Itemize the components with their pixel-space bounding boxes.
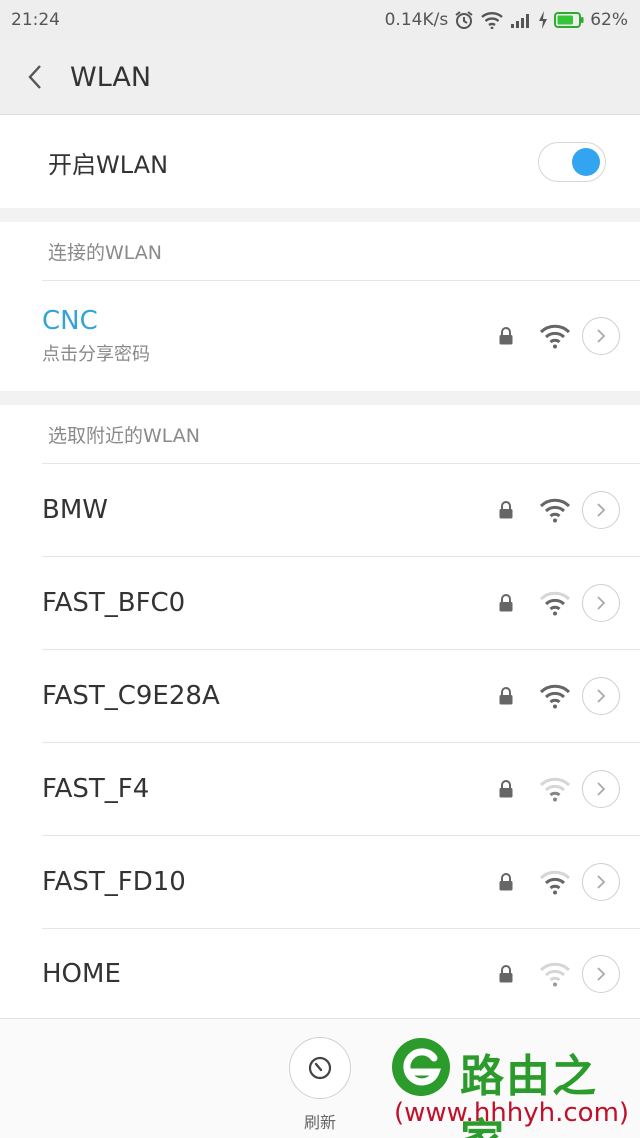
watermark: 路由之家 (www.hhhyh.com) (386, 1030, 640, 1138)
watermark-logo-icon (392, 1038, 450, 1096)
network-name: FAST_BFC0 (42, 588, 186, 618)
network-details-button[interactable] (582, 317, 620, 355)
refresh-label: 刷新 (303, 1113, 336, 1132)
network-speed: 0.14K/s (384, 10, 449, 30)
lock-icon (498, 780, 514, 798)
network-icons (498, 677, 620, 715)
wifi-strength-icon (538, 869, 572, 895)
network-icons (498, 954, 620, 993)
network-row-home[interactable]: HOME (0, 929, 640, 1018)
network-details-button[interactable] (582, 584, 620, 622)
nearby-section-header: 选取附近的WLAN (0, 405, 640, 463)
wifi-strength-icon (538, 323, 572, 349)
connected-network-text: CNC 点击分享密码 (42, 306, 150, 366)
wlan-toggle-label: 开启WLAN (48, 150, 169, 179)
network-icons (498, 491, 620, 529)
signal-icon (510, 12, 532, 28)
chevron-right-icon (597, 782, 606, 796)
network-name: HOME (42, 958, 121, 989)
network-row-bmw[interactable]: BMW (0, 464, 640, 556)
battery-percent: 62% (590, 10, 628, 30)
network-icons (498, 317, 620, 355)
network-row-fast-fd10[interactable]: FAST_FD10 (0, 836, 640, 928)
network-details-button[interactable] (582, 770, 620, 808)
connected-network-name: CNC (42, 306, 98, 336)
wifi-strength-icon (538, 776, 572, 802)
chevron-left-icon (28, 65, 41, 89)
wlan-toggle-row: 开启WLAN (0, 116, 640, 208)
lock-icon (498, 594, 514, 612)
network-details-button[interactable] (582, 954, 620, 993)
refresh-button[interactable]: 刷新 (288, 1037, 352, 1137)
status-time: 21:24 (11, 10, 60, 30)
lock-icon (498, 964, 514, 983)
wifi-strength-icon (538, 683, 572, 709)
switch-knob (572, 148, 600, 176)
chevron-right-icon (597, 596, 606, 610)
chevron-right-icon (597, 875, 606, 889)
chevron-right-icon (597, 966, 606, 981)
network-row-fast-bfc0[interactable]: FAST_BFC0 (0, 557, 640, 649)
chevron-right-icon (597, 503, 606, 517)
wifi-strength-icon (538, 590, 572, 616)
network-row-fast-f4[interactable]: FAST_F4 (0, 743, 640, 835)
network-details-button[interactable] (582, 677, 620, 715)
section-gap (0, 208, 640, 222)
wifi-strength-icon (538, 497, 572, 523)
network-icons (498, 863, 620, 901)
wifi-icon (480, 11, 504, 29)
chevron-right-icon (597, 689, 606, 703)
network-icons (498, 770, 620, 808)
alarm-icon (454, 10, 474, 30)
section-gap (0, 391, 640, 405)
lock-icon (498, 873, 514, 891)
network-name: BMW (42, 495, 108, 525)
chevron-right-icon (597, 329, 606, 343)
lock-icon (498, 687, 514, 705)
network-row-fast-c9e28a[interactable]: FAST_C9E28A (0, 650, 640, 742)
wifi-strength-icon (538, 961, 572, 987)
share-password-hint: 点击分享密码 (42, 344, 150, 365)
network-details-button[interactable] (582, 863, 620, 901)
wlan-toggle-switch[interactable] (538, 142, 606, 182)
back-button[interactable] (0, 40, 70, 115)
network-icons (498, 584, 620, 622)
lock-icon (498, 501, 514, 519)
connected-network-row[interactable]: CNC 点击分享密码 (0, 281, 640, 391)
charging-icon (538, 11, 548, 29)
network-details-button[interactable] (582, 491, 620, 529)
battery-icon (554, 12, 584, 28)
status-right: 0.14K/s 62% (385, 10, 628, 30)
network-name: FAST_F4 (42, 774, 150, 804)
network-name: FAST_C9E28A (42, 681, 220, 711)
status-bar: 21:24 0.14K/s 62% (0, 0, 640, 40)
refresh-icon (289, 1037, 351, 1099)
lock-icon (498, 327, 514, 345)
watermark-url: (www.hhhyh.com) (394, 1098, 630, 1128)
network-name: FAST_FD10 (42, 867, 186, 897)
page-title: WLAN (70, 61, 152, 93)
connected-section-header: 连接的WLAN (0, 222, 640, 280)
app-bar: WLAN (0, 40, 640, 115)
